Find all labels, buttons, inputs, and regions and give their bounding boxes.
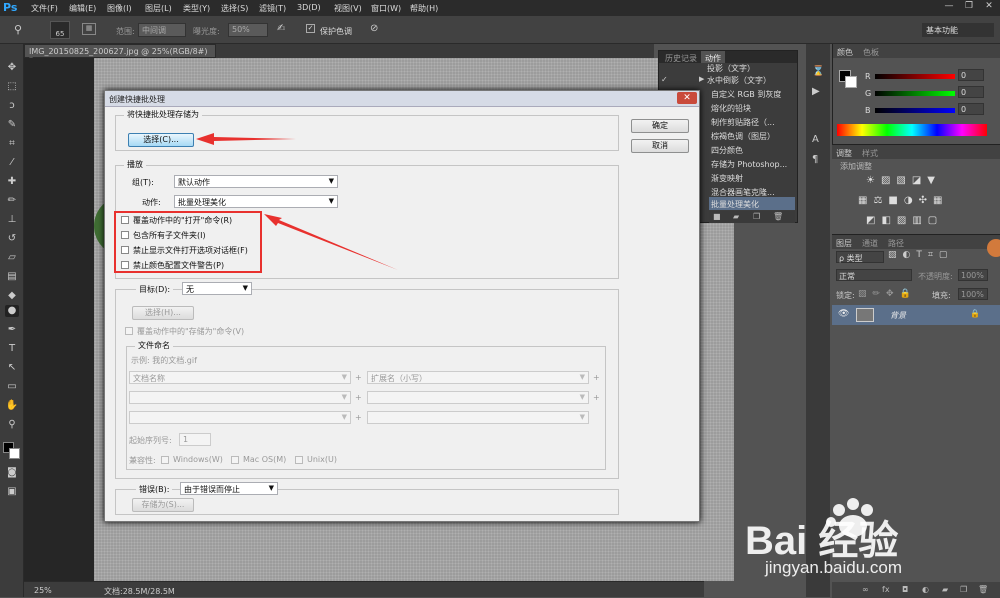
baidu-watermark: Bai 经验 jingyan.baidu.com [735, 488, 990, 584]
watermark-url: jingyan.baidu.com [765, 558, 903, 577]
arrow-to-checkboxes [264, 214, 398, 270]
arrow-to-choose [196, 133, 296, 145]
